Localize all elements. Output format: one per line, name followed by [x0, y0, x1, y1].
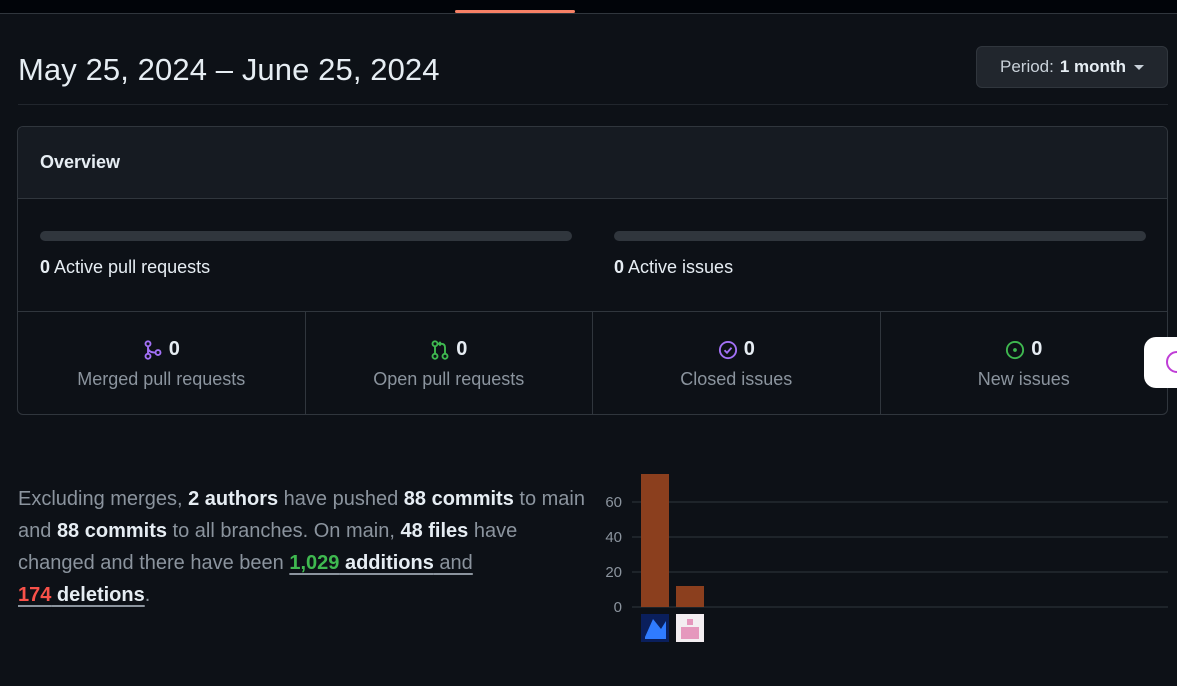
- overview-title: Overview: [18, 127, 1167, 199]
- stat-label: Merged pull requests: [77, 369, 246, 389]
- period-dropdown-button[interactable]: Period: 1 month: [976, 46, 1168, 88]
- stat-count: 0: [456, 338, 468, 360]
- stat-count: 0: [1031, 338, 1043, 360]
- selected-tab-indicator: [455, 10, 575, 13]
- top-nav-bar: [0, 0, 1177, 14]
- stat-label: New issues: [977, 369, 1070, 389]
- contribution-summary: Excluding merges, 2 authors have pushed …: [18, 488, 585, 606]
- stat-open-prs[interactable]: 0 Open pull requests: [306, 312, 593, 414]
- stat-count: 0: [168, 338, 180, 360]
- active-issues-bar: [614, 231, 1146, 241]
- lightbulb-icon: [1166, 351, 1177, 373]
- author-avatar[interactable]: [641, 614, 669, 642]
- overview-panel: Overview 0 Active pull requests 0 Active…: [17, 126, 1168, 415]
- new-issue-icon: [1006, 340, 1025, 359]
- period-prefix: Period:: [1000, 57, 1054, 76]
- stat-label: Open pull requests: [373, 369, 525, 389]
- active-issues[interactable]: 0 Active issues: [614, 231, 1146, 278]
- y-tick-label: 0: [614, 599, 622, 616]
- commits-all: 88 commits: [56, 520, 167, 542]
- active-prs[interactable]: 0 Active pull requests: [40, 231, 572, 278]
- active-prs-bar: [40, 231, 572, 241]
- author-avatar[interactable]: [676, 614, 704, 642]
- merge-icon: [144, 339, 162, 360]
- stat-count: 0: [743, 338, 755, 360]
- period-value: 1 month: [1059, 57, 1126, 76]
- date-range-title: May 25, 2024 – June 25, 2024: [18, 52, 440, 87]
- bar-author-1[interactable]: [641, 474, 669, 607]
- y-tick-label: 20: [605, 564, 622, 581]
- authors-count: 2 authors: [188, 488, 279, 510]
- files-changed: 48 files: [400, 520, 469, 542]
- active-row: 0 Active pull requests 0 Active issues: [18, 199, 1167, 312]
- stat-merged-prs[interactable]: 0 Merged pull requests: [18, 312, 306, 414]
- divider: [18, 104, 1168, 105]
- commits-main: 88 commits: [403, 488, 514, 510]
- caret-down-icon: [1133, 64, 1144, 70]
- stat-closed-issues[interactable]: 0 Closed issues: [593, 312, 881, 414]
- additions-link[interactable]: 1,029 additions and: [289, 552, 472, 574]
- y-tick-label: 40: [605, 529, 622, 546]
- active-issues-label: 0 Active issues: [614, 257, 734, 277]
- closed-issue-icon: [718, 340, 737, 359]
- stats-row: 0 Merged pull requests 0 Open pull reque…: [18, 312, 1167, 414]
- open-pr-icon: [431, 339, 449, 360]
- bar-author-2[interactable]: [676, 586, 704, 607]
- active-prs-label: 0 Active pull requests: [40, 257, 211, 277]
- deletions-link[interactable]: 174 deletions: [18, 584, 145, 606]
- stat-label: Closed issues: [680, 369, 793, 389]
- feedback-widget[interactable]: [1144, 337, 1177, 388]
- y-tick-label: 60: [605, 494, 622, 511]
- chart-svg: 0 20 40 60: [605, 474, 1168, 642]
- commits-by-author-chart: 0 20 40 60: [596, 460, 1170, 650]
- stat-new-issues[interactable]: 0 New issues: [881, 312, 1168, 414]
